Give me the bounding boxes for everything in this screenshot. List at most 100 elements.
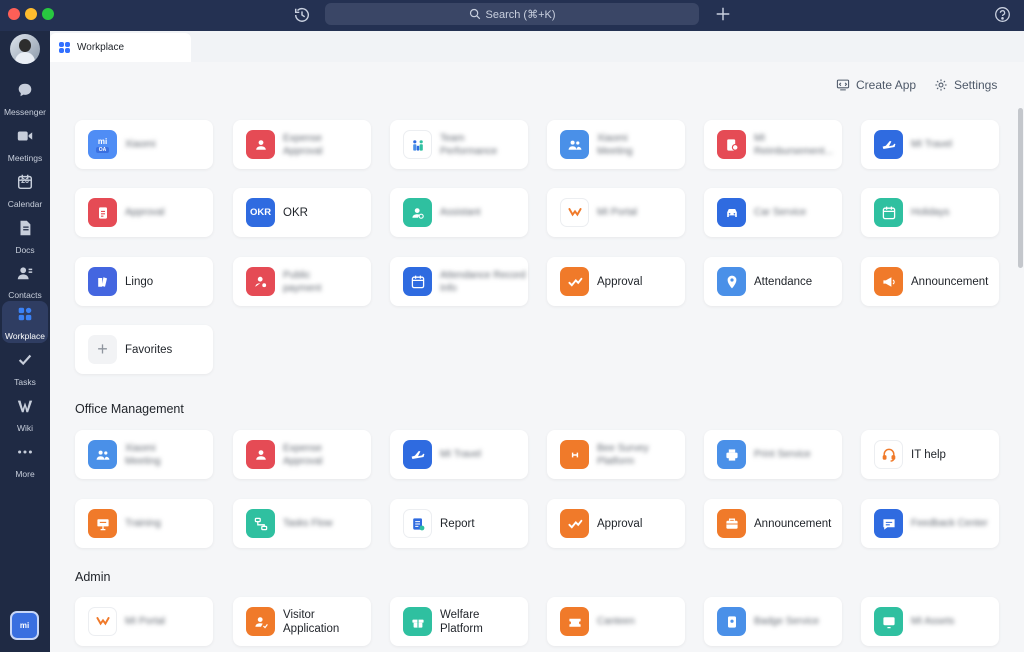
app-card-fav-3[interactable]: Xiaomi Meeting bbox=[547, 120, 685, 169]
plus-icon: + bbox=[88, 335, 117, 364]
app-label-blurred: Expense Approval bbox=[283, 442, 323, 467]
new-plus-icon[interactable] bbox=[714, 5, 732, 23]
attendance-app-card[interactable]: Attendance bbox=[704, 257, 842, 306]
app-card-office-management-7[interactable]: Tasks Flow bbox=[233, 499, 371, 548]
sidebar-item-contacts[interactable]: Contacts bbox=[2, 260, 48, 302]
app-card-fav-6[interactable]: Approval bbox=[75, 188, 213, 237]
app-label-blurred: Team Performance bbox=[440, 132, 498, 157]
settings-button[interactable]: Settings bbox=[934, 78, 997, 92]
announcement-app-card[interactable]: Announcement bbox=[704, 499, 842, 548]
sidebar-item-messenger[interactable]: Messenger bbox=[2, 77, 48, 119]
briefcase-icon bbox=[717, 509, 746, 538]
app-card-admin-3[interactable]: Canteen bbox=[547, 597, 685, 646]
printer-icon bbox=[717, 440, 746, 469]
approval-app-card[interactable]: Approval bbox=[547, 257, 685, 306]
avatar[interactable] bbox=[10, 34, 40, 64]
search-bar[interactable]: Search (⌘+K) bbox=[325, 3, 699, 25]
app-card-fav-8[interactable]: Assistant bbox=[390, 188, 528, 237]
history-icon[interactable] bbox=[293, 6, 311, 24]
app-label-blurred: Feedback Center bbox=[911, 518, 988, 529]
sidebar-item-wiki[interactable]: Wiki bbox=[2, 393, 48, 435]
sidebar-item-label: Messenger bbox=[3, 107, 47, 117]
it-help-app-card[interactable]: IT help bbox=[861, 430, 999, 479]
visitor-application-app-card[interactable]: Visitor Application bbox=[233, 597, 371, 646]
report-icon bbox=[403, 509, 432, 538]
person-coin-icon bbox=[246, 267, 275, 296]
app-card-office-management-4[interactable]: Print Service bbox=[704, 430, 842, 479]
close-window-button[interactable] bbox=[8, 8, 20, 20]
sidebar-item-label: Workplace bbox=[5, 331, 45, 341]
contacts-icon bbox=[16, 264, 34, 287]
app-label-blurred: Print Service bbox=[754, 449, 811, 460]
app-card-office-management-6[interactable]: Training bbox=[75, 499, 213, 548]
hexagon-icon bbox=[560, 440, 589, 469]
help-icon[interactable] bbox=[994, 6, 1011, 23]
app-card-office-management-11[interactable]: Feedback Center bbox=[861, 499, 999, 548]
workplace-grid-icon bbox=[59, 42, 70, 53]
app-card-fav-10[interactable]: Car Service bbox=[704, 188, 842, 237]
tab-label: Workplace bbox=[77, 42, 125, 53]
sidebar-item-label: More bbox=[15, 469, 35, 479]
sidebar: Messenger Meetings 26 Calendar Docs Contacts W… bbox=[0, 31, 50, 652]
zoom-window-button[interactable] bbox=[42, 8, 54, 20]
approval-app-card[interactable]: Approval bbox=[547, 499, 685, 548]
gift-icon bbox=[403, 607, 432, 636]
sidebar-item-label: Docs bbox=[15, 245, 35, 255]
app-card-office-management-2[interactable]: MI Travel bbox=[390, 430, 528, 479]
sidebar-item-meetings[interactable]: Meetings bbox=[2, 123, 48, 165]
minimize-window-button[interactable] bbox=[25, 8, 37, 20]
app-card-admin-5[interactable]: MI Assets bbox=[861, 597, 999, 646]
search-icon bbox=[469, 8, 480, 20]
app-card-fav-1[interactable]: Expense Approval bbox=[233, 120, 371, 169]
mi-logo-icon bbox=[560, 198, 589, 227]
app-card-admin-4[interactable]: Badge Service bbox=[704, 597, 842, 646]
app-label-blurred: MI Portal bbox=[125, 616, 166, 627]
app-card-fav-14[interactable]: Attendance Record Info bbox=[390, 257, 528, 306]
app-label-blurred: Assistant bbox=[440, 207, 481, 218]
app-card-fav-11[interactable]: Holidays bbox=[861, 188, 999, 237]
welfare-platform-app-card[interactable]: Welfare Platform bbox=[390, 597, 528, 646]
okr-app-card[interactable]: OKR OKR bbox=[233, 188, 371, 237]
app-label: Visitor Application bbox=[283, 608, 340, 635]
lingo-app-card[interactable]: Lingo bbox=[75, 257, 213, 306]
mi-app-shortcut[interactable]: mi bbox=[10, 611, 39, 640]
app-card-admin-0[interactable]: MI Portal bbox=[75, 597, 213, 646]
people-icon bbox=[560, 130, 589, 159]
app-label-blurred: Public payment bbox=[283, 269, 322, 294]
app-label-blurred: Xiaomi Meeting bbox=[597, 132, 633, 157]
people-chart-icon bbox=[403, 130, 432, 159]
sidebar-item-tasks[interactable]: Tasks bbox=[2, 347, 48, 389]
app-card-fav-5[interactable]: MI Travel bbox=[861, 120, 999, 169]
app-label: Favorites bbox=[125, 343, 173, 356]
sidebar-item-workplace[interactable]: Workplace bbox=[2, 301, 48, 343]
app-card-fav-4[interactable]: MI Reimbursement... bbox=[704, 120, 842, 169]
announcement-app-card[interactable]: Announcement bbox=[861, 257, 999, 306]
workplace-main: Create App Settings mi OA Xiaomi Expense App… bbox=[50, 62, 1024, 652]
chat-bubble-icon bbox=[16, 81, 34, 104]
favorites-app-card[interactable]: + Favorites bbox=[75, 325, 213, 374]
report-app-card[interactable]: Report bbox=[390, 499, 528, 548]
app-card-office-management-1[interactable]: Expense Approval bbox=[233, 430, 371, 479]
sidebar-item-docs[interactable]: Docs bbox=[2, 215, 48, 257]
app-card-fav-9[interactable]: MI Portal bbox=[547, 188, 685, 237]
app-label-blurred: Expense Approval bbox=[283, 132, 323, 157]
app-card-fav-0[interactable]: mi OA Xiaomi bbox=[75, 120, 213, 169]
app-card-fav-2[interactable]: Team Performance bbox=[390, 120, 528, 169]
app-label-blurred: Attendance Record Info bbox=[440, 269, 526, 294]
wiki-icon bbox=[16, 397, 34, 420]
message-icon bbox=[874, 509, 903, 538]
app-label: IT help bbox=[911, 448, 946, 461]
sidebar-item-label: Meetings bbox=[7, 153, 43, 163]
person-badge-icon bbox=[246, 130, 275, 159]
app-label-blurred: Approval bbox=[125, 207, 165, 218]
sidebar-item-calendar[interactable]: 26 Calendar bbox=[2, 169, 48, 211]
app-card-fav-13[interactable]: Public payment bbox=[233, 257, 371, 306]
app-card-office-management-0[interactable]: Xiaomi Meeting bbox=[75, 430, 213, 479]
visitor-icon bbox=[246, 607, 275, 636]
tab-workplace[interactable]: Workplace bbox=[50, 33, 191, 62]
sidebar-item-more[interactable]: More bbox=[2, 439, 48, 481]
create-app-button[interactable]: Create App bbox=[836, 78, 916, 92]
app-card-office-management-3[interactable]: Bee Survey Platform bbox=[547, 430, 685, 479]
scrollbar[interactable] bbox=[1018, 108, 1023, 268]
airplane-icon bbox=[874, 130, 903, 159]
